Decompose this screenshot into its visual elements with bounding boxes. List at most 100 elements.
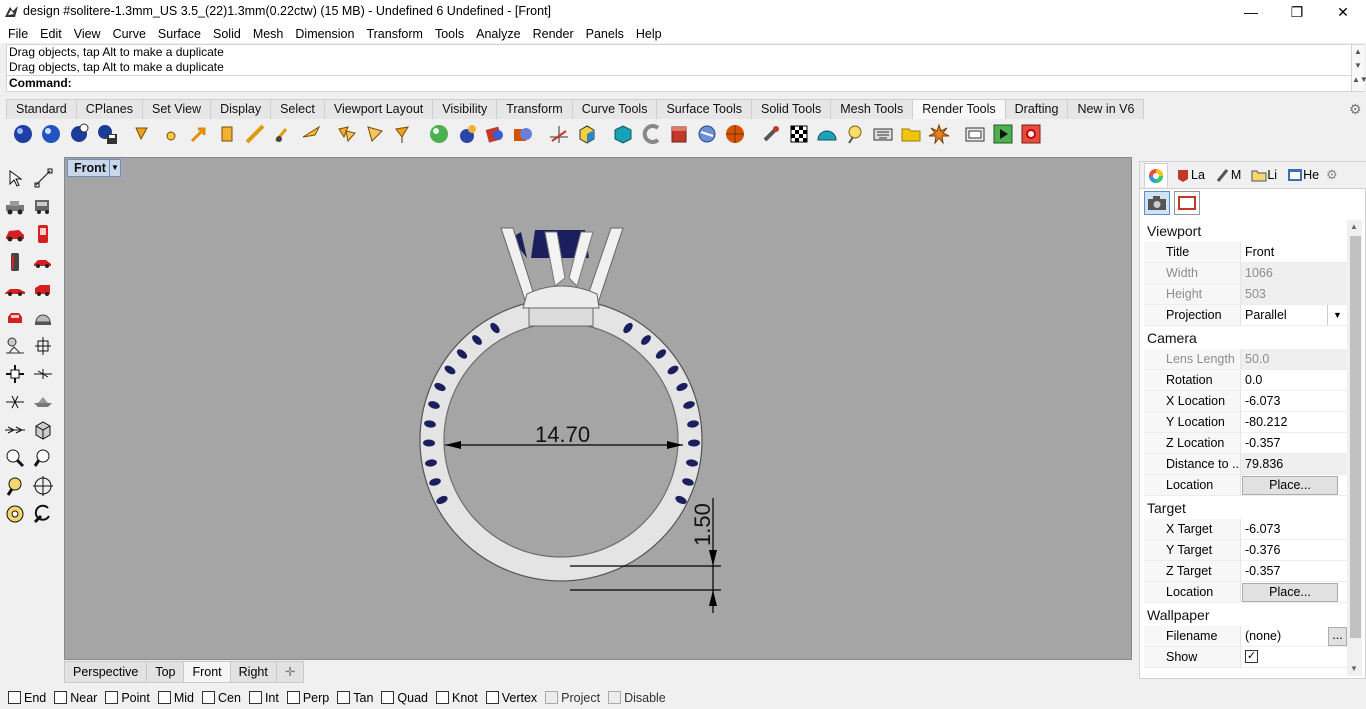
dome-light-icon[interactable] <box>30 305 56 331</box>
tab-cplanes[interactable]: CPlanes <box>75 99 143 119</box>
camera-place-button[interactable]: Place... <box>1242 476 1338 495</box>
plane-icon[interactable] <box>30 361 56 387</box>
render-preview-icon[interactable] <box>38 121 64 147</box>
cube-mapping-icon[interactable] <box>610 121 636 147</box>
tab-transform[interactable]: Transform <box>496 99 573 119</box>
menu-view[interactable]: View <box>68 27 107 41</box>
box-mapping-icon[interactable] <box>574 121 600 147</box>
tab-standard[interactable]: Standard <box>6 99 77 119</box>
zoom-dynamic-icon[interactable] <box>30 445 56 471</box>
tab-top[interactable]: Top <box>146 661 185 683</box>
rotation-input[interactable]: 0.0 <box>1241 370 1347 390</box>
light-edit-icon[interactable] <box>270 121 296 147</box>
sweep-icon[interactable] <box>638 121 664 147</box>
scroll-thumb[interactable] <box>1350 236 1361 638</box>
render-window-icon[interactable] <box>66 121 92 147</box>
checkbox[interactable] <box>485 691 499 704</box>
cylinder-mapping-icon[interactable] <box>666 121 692 147</box>
record-render-icon[interactable] <box>1018 121 1044 147</box>
environment-icon[interactable] <box>454 121 480 147</box>
play-render-icon[interactable] <box>990 121 1016 147</box>
keyboard-icon[interactable] <box>870 121 896 147</box>
tab-new-in-v6[interactable]: New in V6 <box>1067 99 1145 119</box>
tab-viewport-layout[interactable]: Viewport Layout <box>323 99 434 119</box>
osnap-disable[interactable]: Disable <box>608 691 666 705</box>
osnap-end[interactable]: End <box>8 691 46 705</box>
osnap-project[interactable]: Project <box>545 691 600 705</box>
select-arrow-icon[interactable] <box>2 165 28 191</box>
tab-render-tools[interactable]: Render Tools <box>912 99 1006 119</box>
light-array-icon[interactable] <box>334 121 360 147</box>
panel-gear-icon[interactable]: ⚙ <box>1326 167 1338 183</box>
filmstrip-icon[interactable] <box>962 121 988 147</box>
command-prompt[interactable]: Command: <box>9 76 72 90</box>
menu-help[interactable]: Help <box>630 27 668 41</box>
osnap-mid[interactable]: Mid <box>157 691 194 705</box>
sports-car-icon[interactable] <box>2 277 28 303</box>
scroll-up-icon[interactable]: ▲ <box>1350 222 1358 231</box>
rectangular-light-icon[interactable] <box>214 121 240 147</box>
menu-analyze[interactable]: Analyze <box>470 27 526 41</box>
point-light-icon[interactable] <box>158 121 184 147</box>
command-scrollbar[interactable]: ▲ ▼ ▲▼ <box>1351 45 1366 91</box>
box-edit-icon[interactable] <box>30 417 56 443</box>
red-car-icon[interactable] <box>2 221 28 247</box>
sun-light-icon[interactable] <box>298 121 324 147</box>
tab-properties[interactable] <box>1144 163 1168 187</box>
move-icon[interactable] <box>2 361 28 387</box>
checkbox[interactable] <box>248 691 262 704</box>
osnap-quad[interactable]: Quad <box>381 691 428 705</box>
menu-mesh[interactable]: Mesh <box>247 27 290 41</box>
checkbox[interactable] <box>54 691 68 704</box>
y-target-input[interactable]: -0.376 <box>1241 540 1347 560</box>
ring-model[interactable]: 14.70 1.50 <box>65 158 1133 661</box>
osnap-cen[interactable]: Cen <box>202 691 241 705</box>
z-location-input[interactable]: -0.357 <box>1241 433 1347 453</box>
checkbox[interactable] <box>105 691 119 704</box>
tab-solid-tools[interactable]: Solid Tools <box>750 99 832 119</box>
osnap-perp[interactable]: Perp <box>286 691 329 705</box>
ground-plane-icon[interactable] <box>546 121 572 147</box>
checkbox[interactable] <box>608 691 622 704</box>
menu-render[interactable]: Render <box>527 27 580 41</box>
front-car-icon[interactable] <box>2 305 28 331</box>
menu-solid[interactable]: Solid <box>207 27 247 41</box>
car-icon[interactable] <box>2 193 28 219</box>
tab-visibility[interactable]: Visibility <box>432 99 498 119</box>
osnap-near[interactable]: Near <box>54 691 97 705</box>
checker-texture-icon[interactable] <box>786 121 812 147</box>
panel-scrollbar[interactable]: ▲ ▼ <box>1347 220 1362 676</box>
tab-help[interactable]: He <box>1284 163 1322 187</box>
menu-curve[interactable]: Curve <box>107 27 152 41</box>
tab-libraries[interactable]: Li <box>1248 163 1280 187</box>
menu-tools[interactable]: Tools <box>429 27 470 41</box>
target-icon[interactable] <box>30 473 56 499</box>
starburst-icon[interactable] <box>926 121 952 147</box>
object-properties-button[interactable] <box>1174 191 1200 215</box>
title-input[interactable]: Front <box>1241 242 1347 262</box>
minimize-button[interactable]: — <box>1228 0 1274 24</box>
tab-select[interactable]: Select <box>270 99 325 119</box>
osnap-tan[interactable]: Tan <box>337 691 373 705</box>
checkbox[interactable] <box>8 691 21 704</box>
tab-surface-tools[interactable]: Surface Tools <box>656 99 752 119</box>
tab-mesh-tools[interactable]: Mesh Tools <box>830 99 914 119</box>
reflection-icon[interactable] <box>694 121 720 147</box>
snap-target-icon[interactable] <box>2 501 28 527</box>
show-checkbox[interactable]: ✓ <box>1245 650 1258 663</box>
red-phone-icon[interactable] <box>30 221 56 247</box>
x-location-input[interactable]: -6.073 <box>1241 391 1347 411</box>
tab-perspective[interactable]: Perspective <box>64 661 148 683</box>
sedan-icon[interactable] <box>30 249 56 275</box>
eyedropper-icon[interactable] <box>758 121 784 147</box>
menu-file[interactable]: File <box>2 27 34 41</box>
folder-icon[interactable] <box>898 121 924 147</box>
tab-drafting[interactable]: Drafting <box>1004 99 1069 119</box>
y-location-input[interactable]: -80.212 <box>1241 412 1347 432</box>
light-direction-icon[interactable] <box>362 121 388 147</box>
target-place-button[interactable]: Place... <box>1242 583 1338 602</box>
tab-materials[interactable]: M <box>1212 163 1244 187</box>
camera-button[interactable] <box>1144 191 1170 215</box>
gear-icon[interactable]: ⚙ <box>1349 101 1362 118</box>
directional-light-icon[interactable] <box>186 121 212 147</box>
